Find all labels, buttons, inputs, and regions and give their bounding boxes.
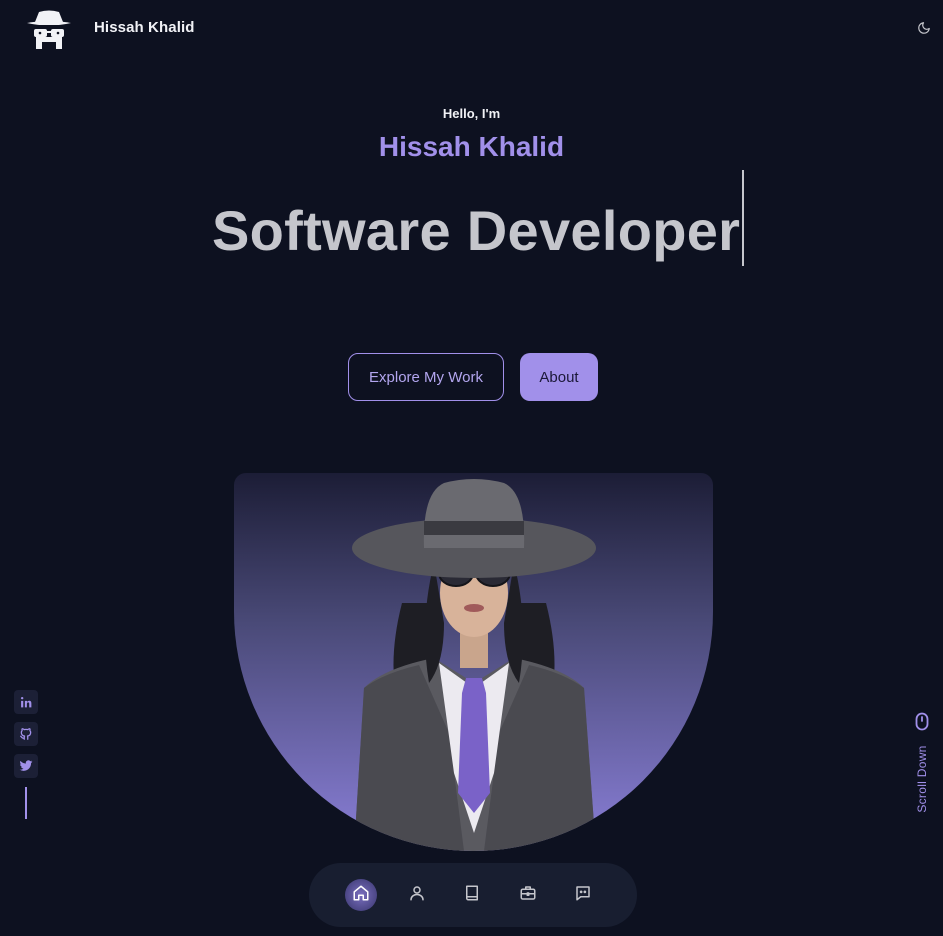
moon-icon[interactable]: [914, 18, 934, 38]
hero-name: Hissah Khalid: [378, 131, 565, 162]
social-links: [14, 690, 38, 819]
nav-portfolio[interactable]: [512, 879, 544, 911]
typing-caret: [742, 170, 744, 266]
nav-contact[interactable]: [567, 879, 599, 911]
nav-about[interactable]: [401, 879, 433, 911]
nav-book[interactable]: [456, 879, 488, 911]
user-icon: [408, 884, 426, 907]
book-icon: [463, 884, 481, 907]
home-icon: [352, 884, 370, 907]
brand-name[interactable]: Hissah Khalid: [94, 19, 195, 36]
nav-home[interactable]: [345, 879, 377, 911]
about-button[interactable]: About: [520, 353, 598, 401]
spy-hat-glasses-logo[interactable]: [26, 9, 72, 51]
explore-work-button[interactable]: Explore My Work: [348, 353, 504, 401]
briefcase-icon: [519, 884, 537, 907]
scroll-down-indicator[interactable]: Scroll Down: [912, 712, 932, 822]
github-icon[interactable]: [14, 722, 38, 746]
mouse-icon: [915, 712, 929, 732]
linkedin-icon[interactable]: [14, 690, 38, 714]
scroll-down-label: Scroll Down: [915, 745, 929, 813]
greeting: Hello, I'm: [442, 106, 501, 121]
bottom-nav: [309, 863, 637, 927]
twitter-icon[interactable]: [14, 754, 38, 778]
portrait-image: [234, 473, 713, 851]
social-divider-line: [25, 787, 27, 819]
message-icon: [574, 884, 592, 907]
role-title: Software Developer: [212, 199, 741, 262]
header: Hissah Khalid: [0, 0, 943, 60]
